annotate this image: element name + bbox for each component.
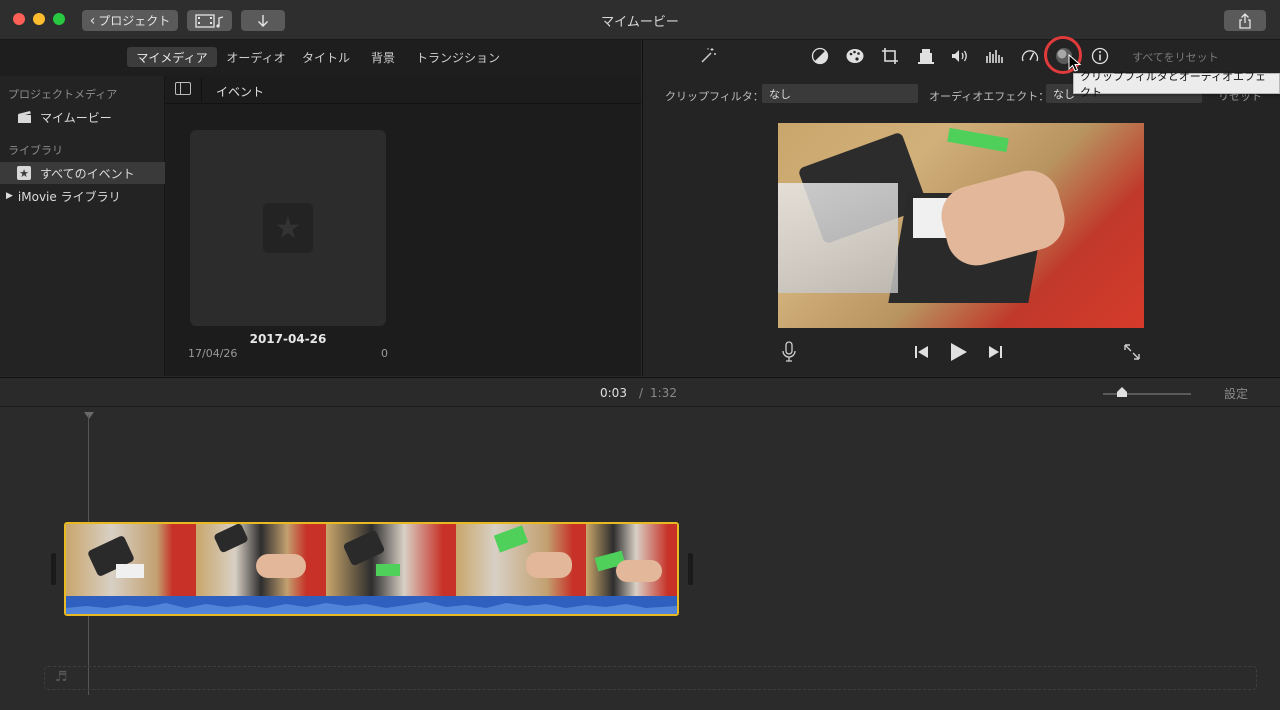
tab-backgrounds[interactable]: 背景 (362, 47, 404, 67)
clip-filter-field[interactable]: なし (762, 84, 918, 103)
share-icon (1239, 12, 1251, 29)
share-button[interactable] (1224, 10, 1266, 31)
sidebar-item-my-movie[interactable]: マイムービー (0, 106, 165, 128)
equalizer-icon[interactable] (984, 45, 1006, 67)
reset-all-button[interactable]: すべてをリセット (1132, 49, 1219, 65)
browser-header-title: イベント (216, 85, 265, 99)
clip-frame (326, 524, 456, 596)
clip-left-handle[interactable] (51, 553, 56, 585)
video-preview[interactable] (778, 123, 1144, 328)
microphone-icon[interactable] (781, 341, 797, 366)
sidebar-section-library: ライブラリ (8, 144, 63, 157)
fullscreen-icon[interactable] (1123, 343, 1141, 364)
video-clip[interactable] (64, 522, 679, 616)
sidebar-item-all-events[interactable]: ★ すべてのイベント (0, 162, 165, 184)
info-icon[interactable] (1089, 45, 1111, 67)
playhead-marker-icon[interactable] (84, 409, 94, 423)
speed-gauge-icon[interactable] (1019, 45, 1041, 67)
current-time: 0:03 (600, 386, 627, 400)
time-separator: / (639, 386, 644, 400)
clip-right-handle[interactable] (688, 553, 693, 585)
tab-transitions[interactable]: トランジション (410, 47, 506, 67)
sidebar-item-imovie-library[interactable]: ▶ iMovie ライブラリ (0, 185, 165, 207)
skip-back-icon[interactable] (914, 345, 930, 362)
clip-audio-waveform[interactable] (66, 596, 677, 614)
clapperboard-icon (18, 111, 31, 123)
crop-icon[interactable] (879, 45, 901, 67)
event-title: 2017-04-26 (249, 332, 327, 346)
audio-effect-label: オーディオエフェクト： (929, 90, 1050, 103)
event-thumbnail[interactable]: ★ (190, 130, 386, 326)
zoom-slider-knob[interactable] (1116, 386, 1128, 401)
sidebar-item-label: iMovie ライブラリ (17, 189, 121, 204)
tab-titles[interactable]: タイトル (297, 47, 355, 67)
window-title: マイムービー (601, 15, 679, 30)
star-icon: ★ (263, 203, 313, 253)
clip-frame (586, 524, 677, 596)
sidebar-section-project-media: プロジェクトメディア (8, 88, 118, 101)
volume-icon[interactable] (949, 45, 971, 67)
clip-frame (456, 524, 586, 596)
preview-hand (934, 163, 1072, 273)
toggle-sidebar-icon[interactable] (175, 82, 191, 95)
settings-button[interactable]: 設定 (1224, 385, 1248, 402)
clip-frame (196, 524, 326, 596)
clip-frame (66, 524, 196, 596)
palette-icon[interactable] (844, 45, 866, 67)
total-time: 1:32 (650, 386, 677, 400)
clip-filter-label: クリップフィルタ： (665, 90, 764, 103)
music-note-icon: ♬ (55, 669, 68, 685)
tab-my-media[interactable]: マイメディア (127, 47, 217, 67)
preview-green-item (947, 127, 1009, 153)
sidebar-item-label: マイムービー (40, 110, 112, 125)
tooltip: クリップフィルタとオーディオエフェクト (1073, 70, 1280, 99)
star-icon: ★ (17, 166, 31, 180)
header-divider (201, 78, 202, 102)
skip-forward-icon[interactable] (987, 345, 1003, 362)
magic-wand-icon[interactable] (697, 44, 719, 66)
event-date: 17/04/26 (188, 347, 238, 360)
color-balance-icon[interactable] (809, 45, 831, 67)
sidebar-item-label: すべてのイベント (40, 166, 135, 181)
event-count: 0 (381, 347, 388, 360)
music-track-well[interactable]: ♬ (44, 666, 1257, 690)
tab-audio[interactable]: オーディオ (221, 47, 291, 67)
stabilization-camera-icon[interactable] (915, 45, 937, 67)
play-icon[interactable] (950, 342, 968, 365)
clip-filmstrip (66, 524, 677, 596)
disclosure-triangle-icon[interactable]: ▶ (6, 191, 13, 201)
preview-wrap (778, 183, 898, 293)
